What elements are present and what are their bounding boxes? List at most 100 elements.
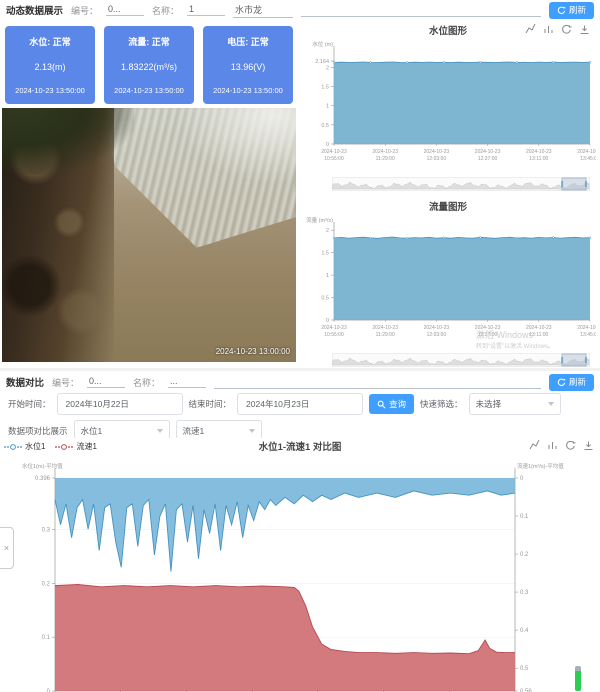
axis-label: 0 — [326, 142, 329, 148]
card-time: 2024-10-23 13:50:00 — [106, 86, 192, 95]
axis-label: 水位1(m)-平均值 — [22, 462, 63, 470]
end-date-input[interactable]: 2024年10月23日 — [237, 393, 363, 415]
datazoom-thumb[interactable] — [562, 354, 586, 366]
axis-label: 流速1(m³/s)-平均值 — [517, 462, 564, 470]
chart-header: 水位图形 — [300, 22, 596, 38]
scroll-indicator — [575, 666, 581, 691]
legend-item-水位1[interactable]: 水位1 — [4, 441, 45, 452]
card-value: 13.96(V) — [205, 62, 291, 72]
axis-label: 2024-10-23 — [372, 325, 398, 331]
quick-filter-select[interactable]: 未选择 — [469, 393, 561, 415]
axis-label: 2 — [326, 228, 329, 234]
header-underline — [214, 375, 541, 389]
axis-label: 1 — [326, 273, 329, 279]
axis-label: 13:45:00 — [580, 156, 596, 162]
line-chart-icon[interactable] — [528, 439, 540, 451]
axis-label: 2024-10-23 — [475, 325, 501, 331]
start-time-label: 开始时间： — [8, 398, 51, 410]
axis-label: 2.164 — [315, 59, 329, 65]
axis-label: 2024-10-23 — [577, 325, 596, 331]
dashboard: 动态数据展示 编号： 0... 名称： 1 水市龙 刷新 水位: 正常 2.13… — [0, 0, 600, 692]
datazoom-handle[interactable] — [561, 181, 563, 187]
section-title: 数据对比 — [6, 375, 44, 389]
datazoom-slider[interactable] — [332, 177, 590, 191]
legend-label: 水位1 — [25, 441, 45, 452]
top-panel-header: 动态数据展示 编号： 0... 名称： 1 水市龙 刷新 — [0, 0, 600, 20]
flow-plot: 流量 (m³/s)21.510.502024-10-2310:55:002024… — [300, 214, 596, 353]
legend-marker-icon — [55, 443, 73, 451]
axis-label: 2024-10-23 — [424, 325, 450, 331]
datazoom-slider[interactable] — [332, 353, 590, 367]
axis-label: 13:45:00 — [580, 332, 596, 338]
axis-label: 2024-10-23 — [321, 325, 347, 331]
axis-label: 2024-10-23 — [372, 149, 398, 155]
water-level-plot: 水位 (m)2.16421.510.502024-10-2310:55:0020… — [300, 38, 596, 177]
restore-icon[interactable] — [560, 23, 572, 35]
axis-label: 2024-10-23 — [526, 325, 552, 331]
refresh-icon — [557, 378, 566, 387]
flow-chart: 流量图形 流量 (m³/s)21.510.502024-10-2310:55:0… — [300, 198, 596, 366]
bar-chart-icon[interactable] — [546, 439, 558, 451]
axis-label: 13:11:00 — [529, 156, 548, 162]
axis-label: 12:03:00 — [427, 332, 447, 338]
bar-chart-icon[interactable] — [542, 23, 554, 35]
axis-label: 0.4 — [520, 628, 529, 634]
download-icon[interactable] — [582, 439, 594, 451]
station-name-label: 名称： — [133, 376, 160, 389]
water-level-chart: 水位图形 水位 (m)2.16421.510.502024-10-2310:55… — [300, 22, 596, 194]
download-icon[interactable] — [578, 23, 590, 35]
camera-timestamp: 2024-10-23 13:00:00 — [216, 347, 290, 356]
axis-label: 0.2 — [520, 552, 529, 558]
legend-label: 流速1 — [76, 441, 96, 452]
水位1-area — [55, 478, 515, 572]
datazoom-svg — [332, 353, 590, 367]
voltage-card: 电压: 正常 13.96(V) 2024-10-23 13:50:00 — [203, 26, 293, 104]
query-button[interactable]: 查询 — [369, 394, 414, 414]
axis-label: 0.1 — [520, 514, 529, 520]
axis-label: 0.3 — [520, 590, 529, 596]
legend-marker-icon — [4, 443, 22, 451]
start-date-input[interactable]: 2024年10月22日 — [57, 393, 183, 415]
station-no-value: 0... — [106, 4, 144, 16]
card-status: 流量: 正常 — [106, 35, 192, 48]
datazoom-svg — [332, 177, 590, 191]
axis-label: 0.396 — [35, 476, 51, 482]
collapsed-side-widget[interactable]: × — [0, 527, 14, 569]
compare-items-label: 数据项对比展示 — [8, 425, 68, 437]
area-fill — [334, 62, 590, 144]
header-underline — [301, 3, 541, 17]
chevron-down-icon — [157, 429, 163, 433]
section-divider — [0, 368, 600, 371]
refresh-button[interactable]: 刷新 — [549, 2, 594, 19]
refresh-button[interactable]: 刷新 — [549, 374, 594, 391]
chart-toolbox — [524, 23, 590, 35]
axis-label: 2024-10-23 — [321, 149, 347, 155]
line-chart-icon[interactable] — [524, 23, 536, 35]
compare-svg: 水位1(m)-平均值流速1(m³/s)-平均值0.3960.30.20.1000… — [0, 454, 600, 692]
datazoom-handle[interactable] — [561, 357, 563, 363]
datazoom-handle[interactable] — [585, 357, 587, 363]
axis-label: 10:55:00 — [324, 332, 344, 338]
water-level-card: 水位: 正常 2.13(m) 2024-10-23 13:50:00 — [5, 26, 95, 104]
legend-item-流速1[interactable]: 流速1 — [55, 441, 96, 452]
chevron-down-icon — [548, 402, 554, 406]
流速1-area — [55, 585, 515, 692]
water-level-svg: 水位 (m)2.16421.510.502024-10-2310:55:0020… — [300, 38, 596, 172]
card-time: 2024-10-23 13:50:00 — [205, 86, 291, 95]
axis-label: 0 — [326, 318, 329, 324]
datazoom-handle[interactable] — [585, 181, 587, 187]
refresh-icon — [557, 6, 566, 15]
axis-label: 0.3 — [42, 528, 51, 534]
station-name-label: 名称： — [152, 4, 179, 17]
axis-label: 0 — [520, 476, 524, 482]
restore-icon[interactable] — [564, 439, 576, 451]
axis-label: 13:11:00 — [529, 332, 548, 338]
axis-label: 水位 (m) — [312, 40, 333, 48]
axis-label: 12:37:00 — [478, 332, 498, 338]
card-status: 电压: 正常 — [205, 35, 291, 48]
comparison-chart: 水位1-流速1 对比图 水位1流速1 水位1(m)-平均值流速1(m³/s)-平… — [0, 438, 600, 692]
datazoom-thumb[interactable] — [562, 178, 586, 190]
axis-label: 2024-10-23 — [424, 149, 450, 155]
station-name-value: ... — [168, 376, 206, 388]
flow-card: 流量: 正常 1.83222(m³/s) 2024-10-23 13:50:00 — [104, 26, 194, 104]
